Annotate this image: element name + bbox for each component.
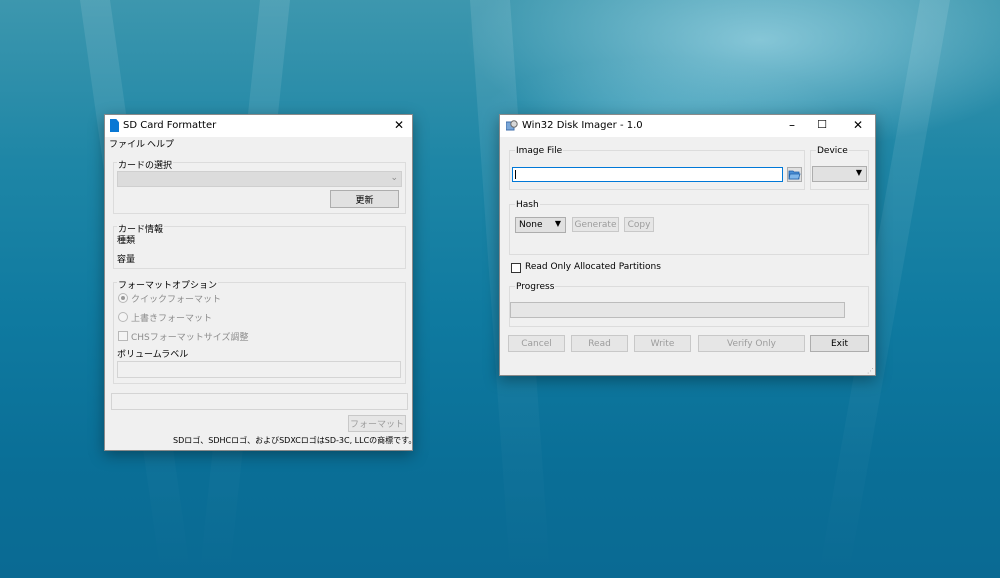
format-options-group: フォーマットオプション クイックフォーマット 上書きフォーマット CHSフォーマ… (113, 278, 406, 384)
quick-format-radio[interactable] (118, 293, 128, 303)
folder-open-icon[interactable] (787, 167, 802, 182)
image-file-input[interactable] (512, 167, 783, 182)
menu-help[interactable]: ヘルプ (147, 137, 174, 150)
read-only-checkbox[interactable] (511, 263, 521, 273)
chevron-down-icon: ⌄ (390, 173, 398, 183)
card-info-group: カード情報 種類 容量 (113, 222, 406, 269)
write-button[interactable]: Write (634, 335, 691, 352)
capacity-label: 容量 (117, 255, 136, 265)
minimize-icon[interactable]: – (785, 119, 799, 131)
sd-formatter-titlebar[interactable]: SD Card Formatter ✕ (105, 115, 412, 137)
exit-button[interactable]: Exit (810, 335, 869, 352)
progress-label: Progress (515, 282, 556, 292)
card-select-label: カードの選択 (117, 158, 174, 171)
progress-group: Progress (509, 282, 869, 327)
hash-label: Hash (515, 200, 540, 210)
copy-button[interactable]: Copy (624, 217, 654, 232)
sd-card-formatter-window: SD Card Formatter ✕ ファイル ヘルプ カードの選択 ⌄ 更新… (104, 114, 417, 451)
verify-only-button[interactable]: Verify Only (698, 335, 805, 352)
volume-label-label: ボリュームラベル (117, 350, 189, 360)
image-file-label: Image File (515, 146, 564, 156)
refresh-button[interactable]: 更新 (330, 190, 399, 208)
chs-adjust-label: CHSフォーマットサイズ調整 (131, 333, 249, 343)
hash-value: None (519, 220, 543, 230)
volume-label-input[interactable] (117, 361, 401, 378)
cancel-button[interactable]: Cancel (508, 335, 565, 352)
format-options-label: フォーマットオプション (117, 278, 219, 291)
sd-card-icon (110, 119, 119, 132)
disk-imager-icon (505, 120, 518, 131)
disk-imager-titlebar[interactable]: Win32 Disk Imager - 1.0 – ☐ ✕ (500, 115, 875, 137)
close-icon[interactable]: ✕ (392, 119, 406, 131)
chevron-down-icon: ▼ (554, 219, 561, 228)
card-select-dropdown[interactable]: ⌄ (117, 171, 402, 187)
hash-group: Hash None ▼ Generate Copy (509, 200, 869, 255)
format-progress-bar (111, 393, 408, 410)
text-cursor (515, 170, 516, 179)
disk-imager-window: Win32 Disk Imager - 1.0 – ☐ ✕ Image File… (499, 114, 876, 376)
window-title: Win32 Disk Imager - 1.0 (522, 120, 643, 131)
chs-adjust-checkbox[interactable] (118, 331, 128, 341)
overwrite-format-label: 上書きフォーマット (131, 314, 213, 324)
generate-button[interactable]: Generate (572, 217, 619, 232)
overwrite-format-radio[interactable] (118, 312, 128, 322)
resize-grip-icon[interactable]: ⋰ (867, 367, 874, 375)
card-select-group: カードの選択 ⌄ 更新 (113, 158, 406, 214)
read-only-label: Read Only Allocated Partitions (525, 262, 661, 272)
image-file-group: Image File (509, 146, 805, 190)
progress-bar (510, 302, 845, 318)
device-group: Device ▼ (810, 146, 869, 190)
menu-file[interactable]: ファイル (109, 137, 145, 150)
quick-format-label: クイックフォーマット (131, 295, 222, 305)
device-dropdown[interactable]: ▼ (812, 166, 867, 182)
hash-dropdown[interactable]: None ▼ (515, 217, 566, 233)
chevron-down-icon: ▼ (855, 168, 862, 177)
maximize-icon[interactable]: ☐ (815, 119, 829, 131)
read-button[interactable]: Read (571, 335, 628, 352)
format-button[interactable]: フォーマット (348, 415, 406, 432)
window-title: SD Card Formatter (123, 120, 217, 131)
close-icon[interactable]: ✕ (851, 119, 865, 131)
type-label: 種類 (117, 236, 136, 246)
device-label: Device (816, 146, 849, 156)
trademark-notice: SDロゴ、SDHCロゴ、およびSDXCロゴはSD-3C, LLCの商標です。 (173, 436, 417, 445)
